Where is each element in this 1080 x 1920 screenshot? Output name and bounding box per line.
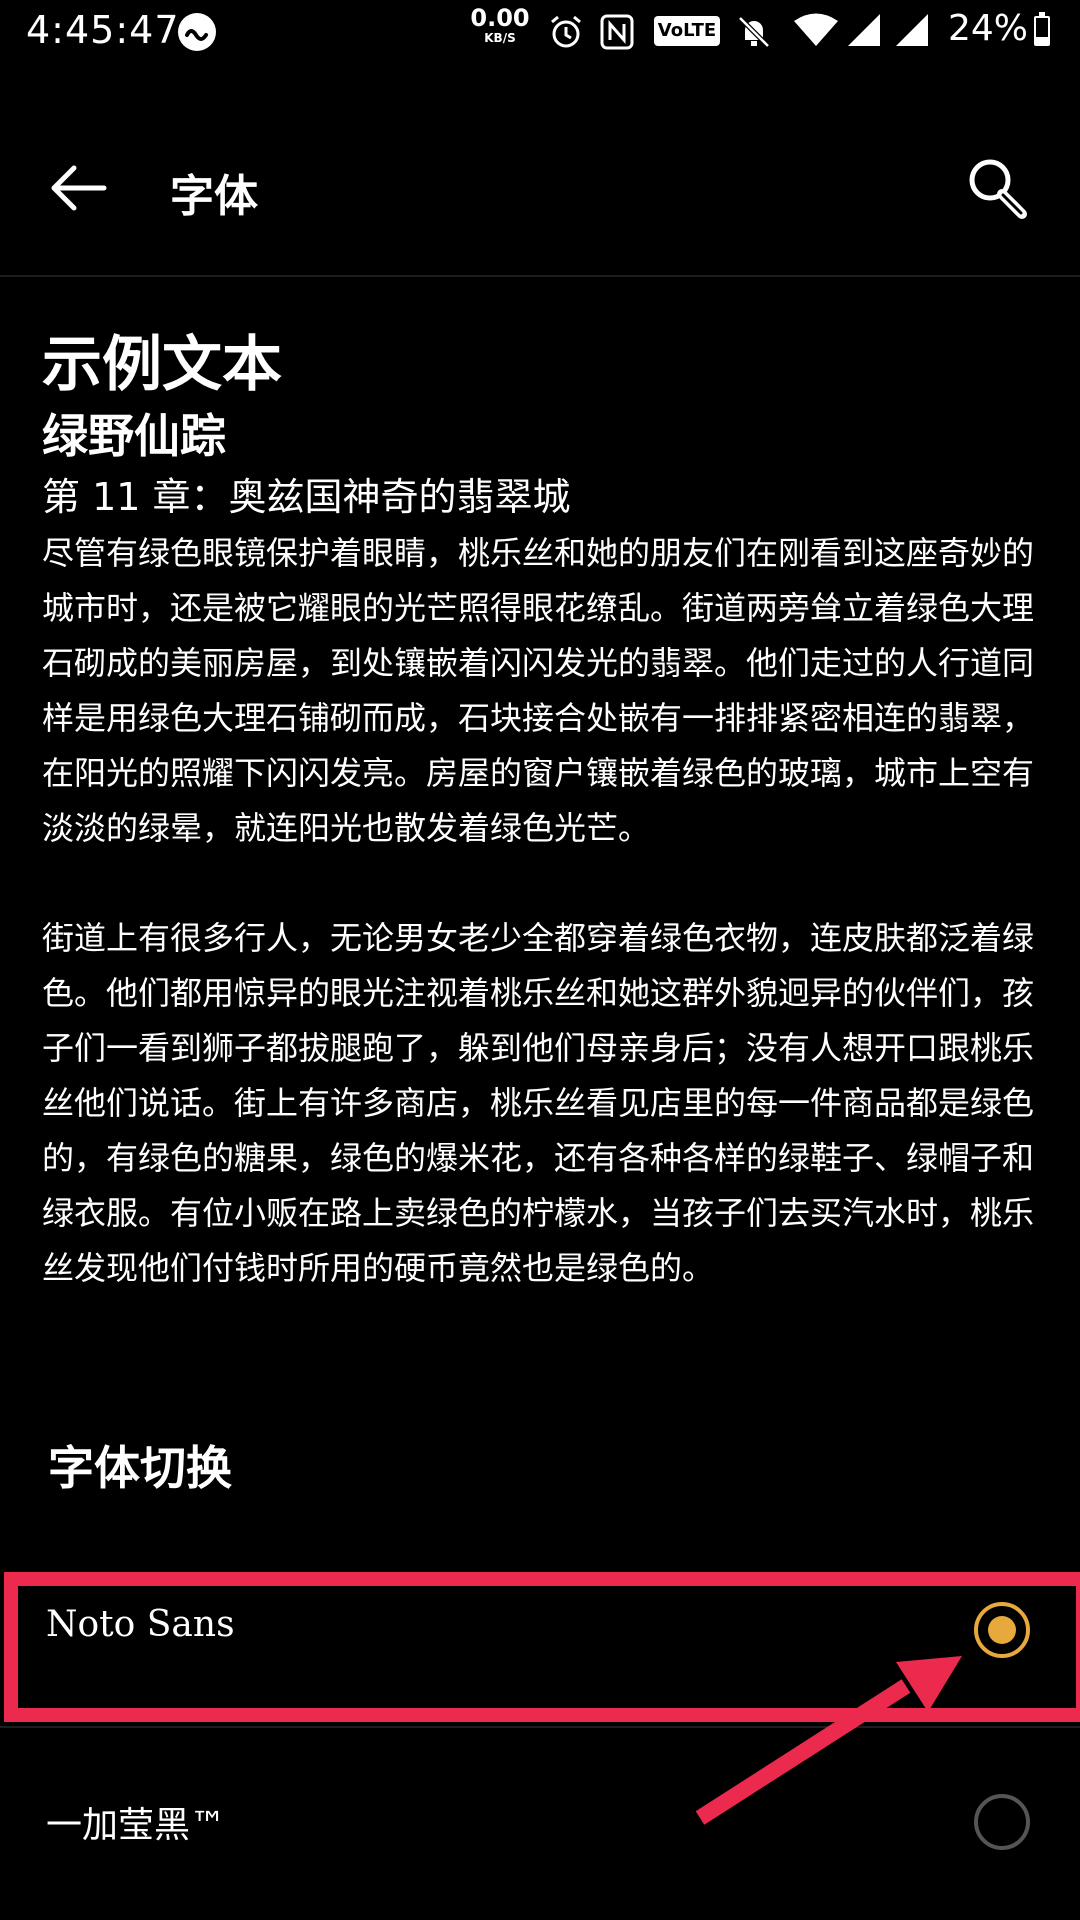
search-icon[interactable] (964, 154, 1032, 222)
signal-icon-2 (896, 14, 928, 46)
radio-unselected-icon[interactable] (974, 1794, 1030, 1850)
font-option-oneplus-slate[interactable]: 一加莹黑™ (0, 1752, 1080, 1892)
option-divider (0, 1726, 1080, 1728)
sample-heading-1: 示例文本 (42, 330, 282, 400)
sample-heading-3: 第 11 章：奥兹国神奇的翡翠城 (42, 475, 571, 519)
sample-paragraph-1: 尽管有绿色眼镜保护着眼睛，桃乐丝和她的朋友们在刚看到这座奇妙的城市时，还是被它耀… (42, 534, 1035, 847)
app-bar-divider (0, 275, 1080, 277)
signal-icon-1 (848, 14, 880, 46)
status-bar: 4:45:47 0.00 KB/S VoLTE 24% (0, 0, 1080, 64)
oneplus-notification-icon (178, 13, 216, 51)
app-bar: 字体 (0, 120, 1080, 250)
nfc-icon (600, 14, 634, 50)
wifi-icon (794, 13, 838, 46)
alarm-icon (551, 15, 581, 48)
annotation-highlight-box (4, 1572, 1080, 1722)
page-title: 字体 (170, 171, 258, 222)
status-time: 4:45:47 (26, 8, 180, 52)
font-switch-section-title: 字体切换 (48, 1441, 232, 1495)
network-speed: 0.00 KB/S (470, 4, 530, 45)
font-option-label: 一加莹黑™ (46, 1805, 227, 1846)
sample-paragraph-2: 街道上有很多行人，无论男女老少全都穿着绿色衣物，连皮肤都泛着绿色。他们都用惊异的… (42, 919, 1035, 1287)
battery-icon (1034, 12, 1050, 46)
sample-heading-2: 绿野仙踪 (42, 409, 226, 463)
mute-bell-icon (738, 16, 770, 48)
arrow-left-icon[interactable] (46, 160, 110, 216)
volte-icon: VoLTE (654, 16, 720, 46)
sample-text-preview: 示例文本 绿野仙踪 第 11 章：奥兹国神奇的翡翠城 尽管有绿色眼镜保护着眼睛，… (42, 322, 1042, 1390)
battery-percent: 24% (948, 8, 1029, 49)
